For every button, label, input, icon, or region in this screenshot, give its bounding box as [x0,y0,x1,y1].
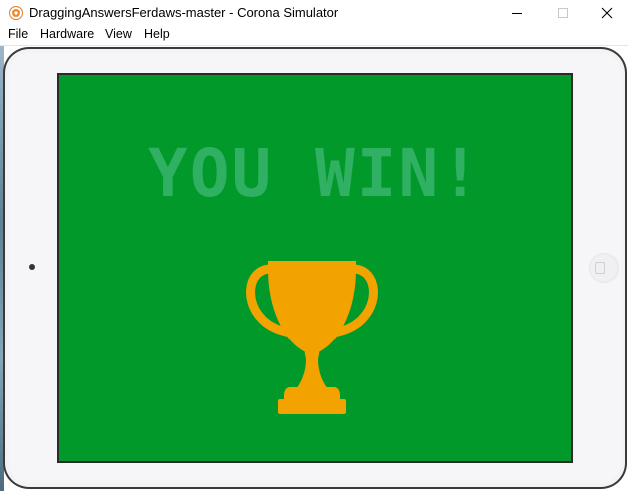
menu-view[interactable]: View [105,27,132,41]
trophy-icon [246,261,378,414]
maximize-button[interactable] [540,0,586,26]
menu-file[interactable]: File [8,27,28,41]
device-screen[interactable]: YOU WIN! [59,75,571,461]
title-bar[interactable]: DraggingAnswersFerdaws-master - Corona S… [0,0,628,26]
camera-icon [29,264,35,270]
you-win-message: YOU WIN! [148,135,482,212]
close-button[interactable] [584,0,628,26]
menu-hardware[interactable]: Hardware [40,27,94,41]
menu-help[interactable]: Help [144,27,170,41]
home-square-icon [595,262,605,274]
simulator-window: DraggingAnswersFerdaws-master - Corona S… [0,0,628,491]
menu-bar: File Hardware View Help [0,26,628,46]
corona-icon [9,6,23,20]
minimize-icon [512,13,522,14]
maximize-icon [558,8,568,18]
close-icon [601,7,613,19]
window-title: DraggingAnswersFerdaws-master - Corona S… [29,5,339,20]
minimize-button[interactable] [494,0,540,26]
